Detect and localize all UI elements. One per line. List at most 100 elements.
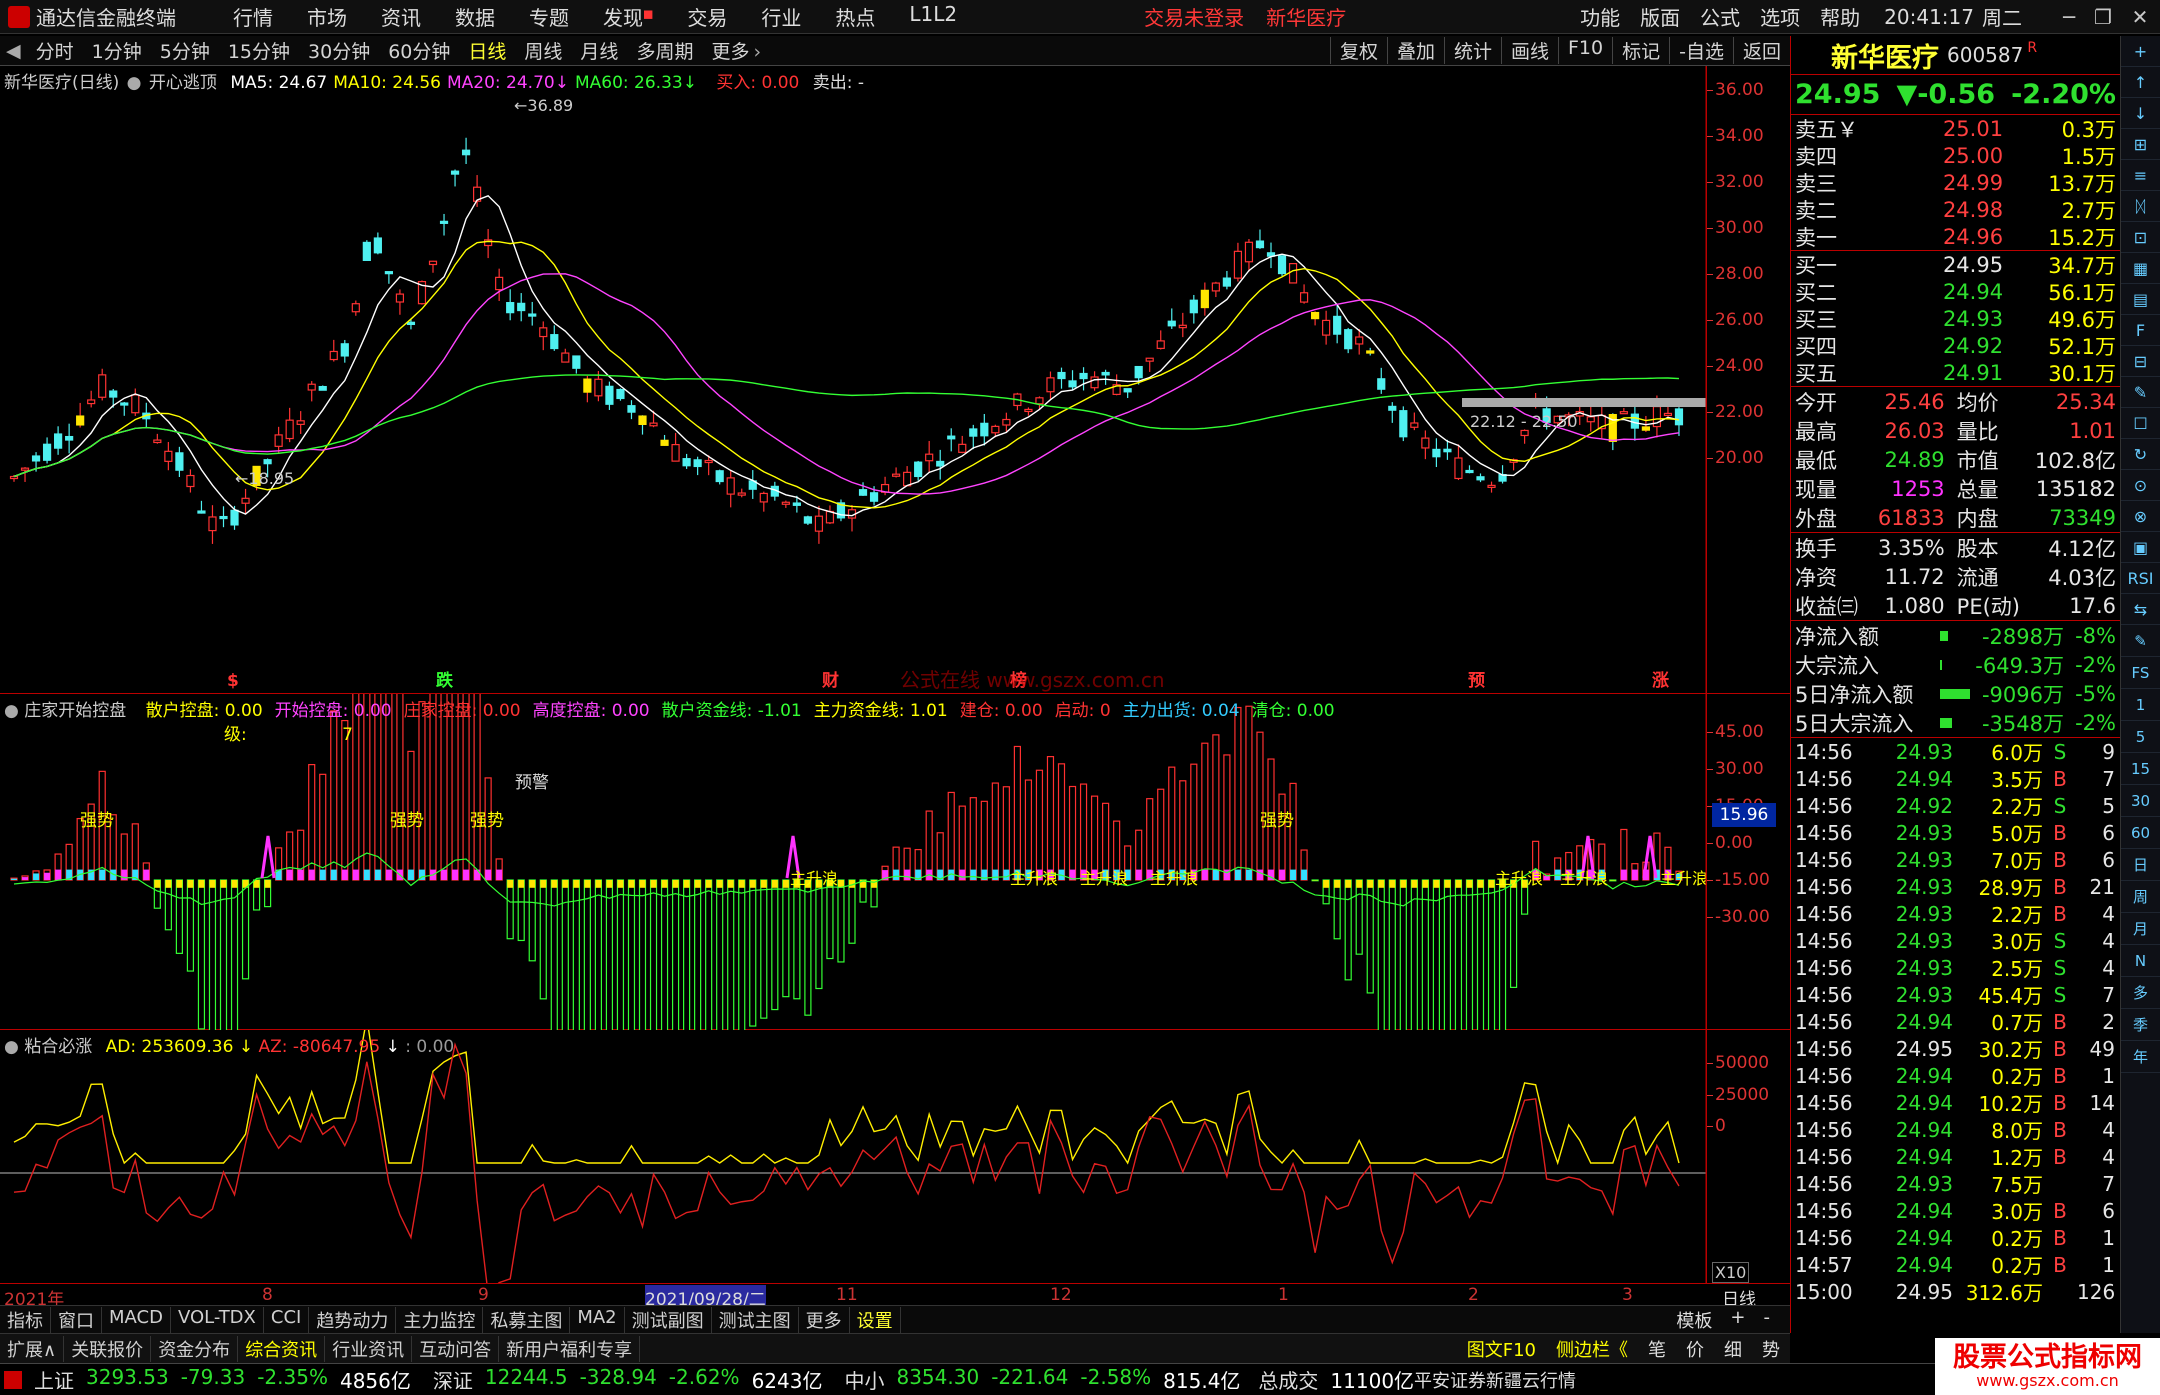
side-tool-icon-13[interactable]: ↻ — [2121, 439, 2160, 470]
toolbar-button-0[interactable]: 复权 — [1329, 37, 1387, 64]
side-tool-icon-24[interactable]: 30 — [2121, 785, 2160, 817]
toolbar-button-3[interactable]: 画线 — [1500, 37, 1558, 64]
bids-row[interactable]: 买五 24.91 30.1万 — [1791, 359, 2120, 386]
menu-item-8[interactable]: 热点 — [818, 2, 892, 31]
indicator-tab-9[interactable]: 测试副图 — [625, 1306, 712, 1333]
period-tab-6[interactable]: 日线 — [459, 37, 515, 64]
side-tool-icon-11[interactable]: ✎ — [2121, 377, 2160, 408]
period-tab-7[interactable]: 周线 — [515, 37, 571, 64]
x10-label[interactable]: X10 — [1712, 1262, 1750, 1283]
index-0[interactable]: 上证 3293.53 -79.33 -2.35% 4856亿 — [4, 1365, 411, 1394]
period-tab-4[interactable]: 30分钟 — [299, 37, 379, 64]
side-tool-icon-3[interactable]: ⊞ — [2121, 129, 2160, 160]
toolbar-button-6[interactable]: -自选 — [1669, 37, 1733, 64]
indicator1-name[interactable]: 庄家开始控盘 — [24, 701, 126, 721]
extension-tab-5[interactable]: 互动问答 — [412, 1335, 500, 1362]
menu-item-6[interactable]: 交易 — [670, 2, 744, 31]
menu-item-1[interactable]: 市场 — [290, 2, 364, 31]
extension-right-5[interactable]: 势 — [1752, 1336, 1790, 1362]
side-tool-icon-21[interactable]: 1 — [2121, 689, 2160, 721]
indicator-panel-2[interactable]: ● 粘合必涨 AD: 253609.36 ↓ AZ: -80647.95 ↓ :… — [0, 1030, 1790, 1283]
side-tool-icon-9[interactable]: F — [2121, 315, 2160, 346]
indicator-tab-0[interactable]: 指标 — [0, 1306, 51, 1333]
menu-item-3[interactable]: 数据 — [438, 2, 512, 31]
side-tool-icon-32[interactable]: 年 — [2121, 1041, 2160, 1073]
indicator-tab-12[interactable]: 设置 — [850, 1306, 901, 1333]
right-menu-item-1[interactable]: 版面 — [1630, 2, 1690, 31]
extension-tab-6[interactable]: 新用户福利专享 — [499, 1335, 641, 1362]
side-tool-icon-10[interactable]: ⊟ — [2121, 346, 2160, 377]
toolbar-button-1[interactable]: 叠加 — [1386, 37, 1444, 64]
side-tool-icon-18[interactable]: ⇆ — [2121, 594, 2160, 625]
side-tool-icon-26[interactable]: 日 — [2121, 849, 2160, 881]
indicator-tab-10[interactable]: 测试主图 — [712, 1306, 799, 1333]
toolbar-button-5[interactable]: 标记 — [1612, 37, 1669, 64]
main-indicator-name[interactable]: 开心逃顶 — [149, 73, 217, 93]
bids-row[interactable]: 买二 24.94 56.1万 — [1791, 278, 2120, 305]
side-tool-icon-25[interactable]: 60 — [2121, 817, 2160, 849]
menu-item-9[interactable]: L1L2 — [892, 2, 974, 31]
template-control-0[interactable]: 模板 — [1676, 1307, 1712, 1333]
asks-row[interactable]: 卖三 24.99 13.7万 — [1791, 169, 2120, 196]
side-tool-icon-30[interactable]: 多 — [2121, 977, 2160, 1009]
side-tool-icon-27[interactable]: 周 — [2121, 881, 2160, 913]
template-control-2[interactable]: - — [1764, 1307, 1771, 1333]
period-tab-9[interactable]: 多周期 — [627, 37, 702, 64]
login-status[interactable]: 交易未登录 — [1144, 2, 1244, 31]
bids-row[interactable]: 买一 24.95 34.7万 — [1791, 251, 2120, 278]
indicator-tab-4[interactable]: CCI — [264, 1306, 310, 1333]
menu-item-5[interactable]: 发现■ — [586, 2, 670, 31]
indicator-tab-5[interactable]: 趋势动力 — [309, 1306, 397, 1333]
close-icon[interactable]: ✕ — [2120, 5, 2160, 29]
indicator-panel-1[interactable]: ● 庄家开始控盘 散户控盘: 0.00 开始控盘: 0.00 庄家控盘: 0.00 高… — [0, 694, 1790, 1030]
period-tab-1[interactable]: 1分钟 — [83, 37, 151, 64]
extension-tab-2[interactable]: 资金分布 — [151, 1335, 239, 1362]
asks-row[interactable]: 卖二 24.98 2.7万 — [1791, 196, 2120, 223]
bids-row[interactable]: 买四 24.92 52.1万 — [1791, 332, 2120, 359]
period-tab-0[interactable]: 分时 — [27, 37, 83, 64]
extension-right-1[interactable]: 侧边栏《 — [1546, 1336, 1638, 1362]
side-tool-icon-2[interactable]: ↓ — [2121, 98, 2160, 129]
toolbar-button-4[interactable]: F10 — [1558, 37, 1612, 64]
menu-item-2[interactable]: 资讯 — [364, 2, 438, 31]
extension-right-4[interactable]: 细 — [1714, 1336, 1752, 1362]
asks-row[interactable]: 卖一 24.96 15.2万 — [1791, 223, 2120, 250]
menu-item-7[interactable]: 行业 — [744, 2, 818, 31]
indicator-tab-11[interactable]: 更多 — [799, 1306, 850, 1333]
menu-item-4[interactable]: 专题 — [512, 2, 586, 31]
indicator-tab-8[interactable]: MA2 — [570, 1306, 625, 1333]
menu-item-0[interactable]: 行情 — [216, 2, 290, 31]
indicator-tab-2[interactable]: MACD — [102, 1306, 171, 1333]
side-tool-icon-31[interactable]: 季 — [2121, 1009, 2160, 1041]
indicator-tab-1[interactable]: 窗口 — [51, 1306, 102, 1333]
side-tool-icon-28[interactable]: 月 — [2121, 913, 2160, 945]
extension-right-3[interactable]: 价 — [1676, 1336, 1714, 1362]
asks-row[interactable]: 卖四 25.00 1.5万 — [1791, 142, 2120, 169]
side-tool-icon-17[interactable]: RSI — [2121, 563, 2160, 594]
side-tool-icon-22[interactable]: 5 — [2121, 721, 2160, 753]
main-kline-chart[interactable]: 新华医疗(日线) ● 开心逃顶 MA5: 24.67 MA10: 24.56 MA2… — [0, 66, 1790, 694]
template-control-1[interactable]: + — [1730, 1307, 1745, 1333]
side-tool-icon-23[interactable]: 15 — [2121, 753, 2160, 785]
side-tool-icon-0[interactable]: + — [2121, 36, 2160, 67]
side-tool-icon-16[interactable]: ▣ — [2121, 532, 2160, 563]
indicator-tab-7[interactable]: 私募主图 — [483, 1306, 571, 1333]
side-tool-icon-4[interactable]: ≡ — [2121, 160, 2160, 191]
extension-tab-1[interactable]: 关联报价 — [64, 1335, 152, 1362]
indicator-dot-icon[interactable]: ● — [4, 701, 19, 721]
toolbar-toggle-icon[interactable]: ◀ — [0, 40, 27, 62]
side-tool-icon-7[interactable]: ▦ — [2121, 253, 2160, 284]
asks-row[interactable]: 卖五￥ 25.01 0.3万 — [1791, 115, 2120, 142]
extension-tab-3[interactable]: 综合资讯 — [238, 1335, 326, 1362]
period-tab-2[interactable]: 5分钟 — [151, 37, 219, 64]
bids-row[interactable]: 买三 24.93 49.6万 — [1791, 305, 2120, 332]
indicator-dot-icon[interactable]: ● — [4, 1037, 19, 1057]
indicator2-name[interactable]: 粘合必涨 — [24, 1037, 92, 1057]
side-tool-icon-19[interactable]: ✎ — [2121, 625, 2160, 657]
indicator-tab-6[interactable]: 主力监控 — [396, 1306, 484, 1333]
restore-icon[interactable]: ❐ — [2086, 5, 2120, 29]
side-tool-icon-8[interactable]: ▤ — [2121, 284, 2160, 315]
toolbar-button-7[interactable]: 返回 — [1732, 37, 1790, 64]
right-menu-item-4[interactable]: 帮助 — [1810, 2, 1870, 31]
extension-right-0[interactable]: 图文F10 — [1457, 1336, 1546, 1362]
